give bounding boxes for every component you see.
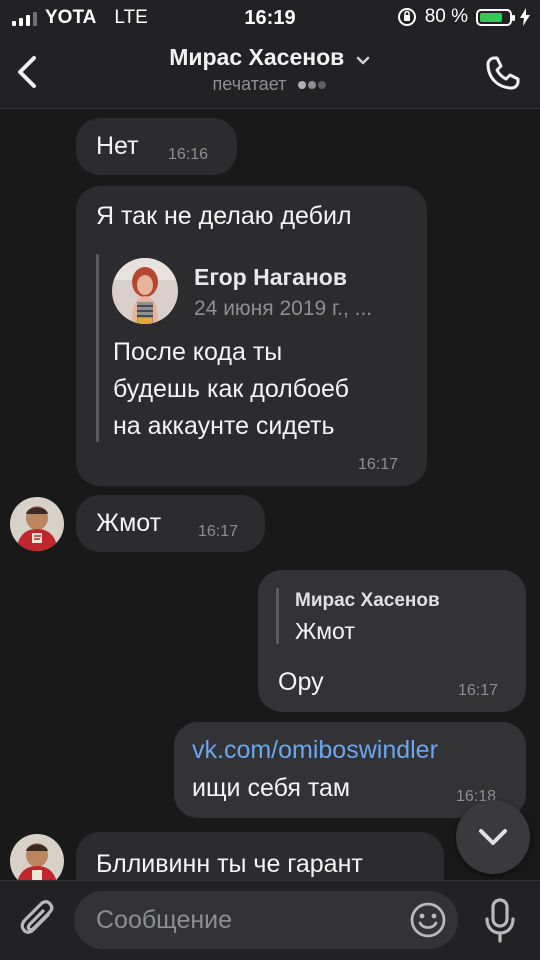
chat-title[interactable]: Мирас Хасенов печатает <box>0 44 540 95</box>
message-time: 16:17 <box>458 682 499 699</box>
charging-bolt-icon <box>520 8 530 26</box>
forward-author[interactable]: Егор Наганов <box>194 264 347 291</box>
forward-line: После кода ты <box>113 338 283 366</box>
message-text: ищи себя там <box>192 774 351 802</box>
reply-bar <box>276 588 279 644</box>
message-link[interactable]: vk.com/omiboswindler <box>192 736 438 765</box>
battery-fill <box>480 12 503 22</box>
message-bubble[interactable]: Я так не делаю дебил Егор Наганов 24 июн… <box>76 186 427 486</box>
forward-date: 24 июня 2019 г., ... <box>194 297 373 320</box>
forward-line: будешь как долбоеб <box>113 375 349 403</box>
typing-label: печатает <box>212 74 287 94</box>
message-bubble[interactable]: Мирас Хасенов Жмот Ору 16:17 <box>258 570 526 712</box>
status-bar: YOTA LTE 16:19 80 % <box>0 0 540 36</box>
chevron-down-icon[interactable] <box>355 55 371 67</box>
contact-name[interactable]: Мирас Хасенов <box>169 44 344 70</box>
message-composer: Сообщение <box>0 880 540 960</box>
message-input-placeholder[interactable]: Сообщение <box>96 906 232 935</box>
message-text: Я так не делаю дебил <box>96 202 352 230</box>
message-text: Жмот <box>96 509 162 537</box>
phone-icon[interactable] <box>482 52 524 94</box>
chat-header: Мирас Хасенов печатает <box>0 36 540 109</box>
battery-percent: 80 % <box>424 6 468 27</box>
scroll-down-chevron-icon[interactable] <box>456 800 530 874</box>
typing-dots <box>297 74 327 95</box>
message-text: Блливинн ты че гарант <box>96 850 363 878</box>
reply-text: Жмот <box>295 618 355 644</box>
microphone-icon[interactable] <box>482 897 518 945</box>
message-bubble[interactable]: Жмот 16:17 <box>76 495 265 552</box>
scroll-down-button[interactable] <box>456 800 530 874</box>
forward-bar <box>96 254 99 442</box>
message-time: 16:16 <box>168 146 209 163</box>
typing-status: печатает <box>0 74 540 95</box>
emoji-icon[interactable] <box>408 900 448 940</box>
message-text: Нет <box>96 132 139 160</box>
do-not-disturb-icon <box>397 8 416 26</box>
message-text: Ору <box>278 668 324 696</box>
chat-screen: YOTA LTE 16:19 80 % Мирас Хасенов печата… <box>0 0 540 960</box>
message-time: 16:17 <box>198 523 239 540</box>
contact-avatar[interactable] <box>10 497 64 551</box>
battery-icon <box>476 8 515 26</box>
status-right: 80 % <box>397 6 530 28</box>
message-input[interactable]: Сообщение <box>74 891 458 949</box>
forward-author-avatar[interactable] <box>112 258 178 324</box>
message-bubble[interactable]: Нет 16:16 <box>76 118 237 175</box>
message-time: 16:17 <box>358 456 399 473</box>
attach-paperclip-icon[interactable] <box>18 899 58 943</box>
forward-line: на аккаунте сидеть <box>113 412 335 440</box>
reply-author: Мирас Хасенов <box>295 590 440 611</box>
